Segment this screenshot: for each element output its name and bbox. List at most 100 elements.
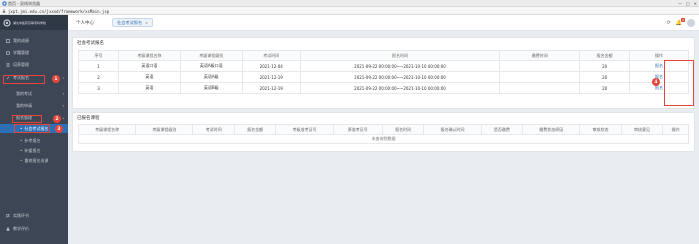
column-header: 报名时间	[299, 50, 501, 61]
panel-title: 已报名课程	[77, 116, 100, 121]
table-cell: 2021-09-22 00:00:00~~2021-10-10 00:00:00	[299, 60, 501, 72]
browser-titlebar: 首页 - 双线浏览器 — □ ✕	[0, 0, 699, 7]
maximize-button[interactable]: □	[686, 1, 690, 6]
bell-icon[interactable]: 🔔 0	[676, 18, 685, 26]
column-header: 缴费状态原因	[522, 124, 581, 135]
sidebar-item-grades[interactable]: 我的成绩	[0, 36, 68, 46]
tab-social-exam-signup[interactable]: 社会考试报名 ×	[112, 18, 154, 27]
school-name: 湖北中医药高等专科学校	[13, 20, 47, 25]
applied-courses-panel: 已报名课程 考级课程名称 考级课程级别 考试时间 报名金额 考级准考证号 原准考…	[72, 112, 695, 152]
bullet-icon: •	[20, 148, 23, 153]
sidebar-item-label: 教学评价	[13, 226, 29, 231]
table-row: 3 英语 英语B级 2021-12-19 2021-09-22 00:00:00…	[78, 82, 689, 94]
notification-count: 0	[681, 18, 685, 22]
annotation-badge-1: 1	[52, 75, 60, 83]
table-cell: 2021-12-04	[241, 60, 301, 72]
bullet-icon: •	[20, 158, 23, 163]
chevron-down-icon: ▾	[62, 76, 64, 80]
sidebar-item-label: 补考报名	[24, 137, 41, 143]
sidebar-item-my-exams[interactable]: 我的考试 ▾	[0, 89, 68, 99]
column-header: 报名金额	[233, 124, 277, 135]
table-cell: 英语A级	[179, 71, 243, 83]
column-header: 审核意见	[620, 124, 664, 135]
chevron-down-icon: ▾	[62, 92, 64, 96]
sidebar-item-makeup-exam[interactable]: • 补考报名	[0, 136, 68, 145]
sidebar-item-practice[interactable]: 实践环节	[0, 211, 68, 221]
tab-label: 社会考试报名	[117, 19, 143, 25]
sidebar-item-label: 学籍管理	[13, 50, 29, 55]
school-emblem-icon	[3, 18, 11, 27]
table-cell: 英语A级口语	[179, 60, 243, 72]
column-header: 操作	[662, 124, 689, 135]
annotation-badge-2: 2	[53, 115, 61, 123]
table-cell: 20	[579, 71, 631, 83]
sidebar-item-label: 实践环节	[13, 213, 29, 218]
url-text[interactable]: jxpt.jmi.edu.cn/jxxxd/framework/xsMain.j…	[8, 9, 109, 14]
sidebar-item-label: 我的考试	[16, 91, 32, 96]
table-header-row: 序号 考级课程名称 考级课程级别 考试时间 报名时间 缴费时间 报名金额 操作	[78, 50, 689, 61]
panel-title: 社会考试报名	[77, 41, 104, 46]
flag-icon	[6, 214, 10, 218]
browser-favicon-icon	[2, 1, 7, 6]
bullet-icon: •	[20, 138, 23, 143]
table-cell: 2	[78, 71, 119, 83]
column-header: 考试时间	[192, 124, 235, 135]
table-row: 1 英语口语 英语A级口语 2021-12-04 2021-09-22 00:0…	[78, 60, 689, 72]
column-header: 是否缴费	[480, 124, 524, 135]
table-cell: 英语	[117, 82, 181, 94]
table-cell: 英语B级	[179, 82, 243, 94]
annotation-badge-4: 4	[652, 78, 660, 86]
close-icon[interactable]: ×	[145, 21, 148, 25]
table-cell: 20	[579, 82, 631, 94]
refresh-icon[interactable]: ⟳	[667, 20, 671, 26]
address-bar[interactable]: jxpt.jmi.edu.cn/jxxxd/framework/xsMain.j…	[0, 7, 699, 15]
column-header: 报名时间	[381, 124, 425, 135]
table-cell: 2021-09-22 00:00:00~~2021-10-10 00:00:00	[299, 82, 501, 94]
column-header: 报名金额	[579, 50, 631, 61]
column-header: 缴费时间	[499, 50, 581, 61]
close-window-button[interactable]: ✕	[694, 1, 697, 6]
column-header: 考级课程级别	[179, 50, 243, 61]
table-cell	[499, 71, 581, 83]
exam-signup-panel: 社会考试报名 序号 考级课程名称 考级课程级别 考试时间 报名时间 缴费时间 报…	[72, 37, 695, 109]
avatar[interactable]	[687, 19, 695, 27]
table-cell: 20	[579, 60, 631, 72]
column-header: 操作	[629, 50, 689, 61]
lock-icon	[2, 8, 6, 13]
sidebar-item-label: 重修报名选课	[24, 157, 49, 163]
annotation-box-4	[664, 60, 694, 106]
app-header: 个人中心 社会考试报名 × ⟳ 🔔 0	[68, 15, 699, 31]
sidebar-item-label: 补缓报名	[24, 147, 41, 153]
table-cell	[499, 60, 581, 72]
column-header: 考级课程名称	[117, 50, 181, 61]
column-header: 考级课程级别	[135, 124, 194, 135]
annotation-box-2	[12, 115, 42, 123]
table-row: 2 英语 英语A级 2021-12-19 2021-09-22 00:00:00…	[78, 71, 689, 83]
sidebar-item-my-applications[interactable]: 我的申请 ▾	[0, 101, 68, 111]
annotation-box-1	[3, 75, 45, 84]
sidebar-item-status[interactable]: 学籍管理	[0, 48, 68, 58]
sidebar-item-evaluation[interactable]: 教学评价	[0, 224, 68, 234]
table-cell: 2021-12-19	[241, 71, 301, 83]
sidebar-item-label: 培养管理	[13, 62, 29, 67]
table-cell	[499, 82, 581, 94]
table-cell: 3	[78, 82, 119, 94]
table-cell: 英语口语	[117, 60, 181, 72]
table-cell: 1	[78, 60, 119, 72]
person-icon	[6, 227, 10, 231]
grade-icon	[6, 39, 10, 43]
minimize-button[interactable]: —	[678, 1, 682, 6]
table-header-row: 考级课程名称 考级课程级别 考试时间 报名金额 考级准考证号 原准考证号 报名时…	[77, 124, 689, 135]
column-header: 考级准考证号	[275, 124, 334, 135]
sidebar-item-label: 我的成绩	[13, 38, 29, 43]
chevron-down-icon: ▾	[62, 104, 64, 108]
table-cell: 英语	[117, 71, 181, 83]
sidebar-item-deferred-exam[interactable]: • 补缓报名	[0, 146, 68, 155]
empty-state-text: 未查询到数据	[78, 134, 689, 144]
sidebar-item-retake-course[interactable]: • 重修报名选课	[0, 156, 68, 165]
column-header: 序号	[78, 50, 119, 61]
school-logo: 湖北中医药高等专科学校	[0, 15, 68, 30]
breadcrumb-personal-center[interactable]: 个人中心	[76, 20, 94, 26]
exam-table: 序号 考级课程名称 考级课程级别 考试时间 报名时间 缴费时间 报名金额 操作 …	[78, 50, 689, 94]
sidebar-item-training[interactable]: 培养管理	[0, 60, 68, 70]
